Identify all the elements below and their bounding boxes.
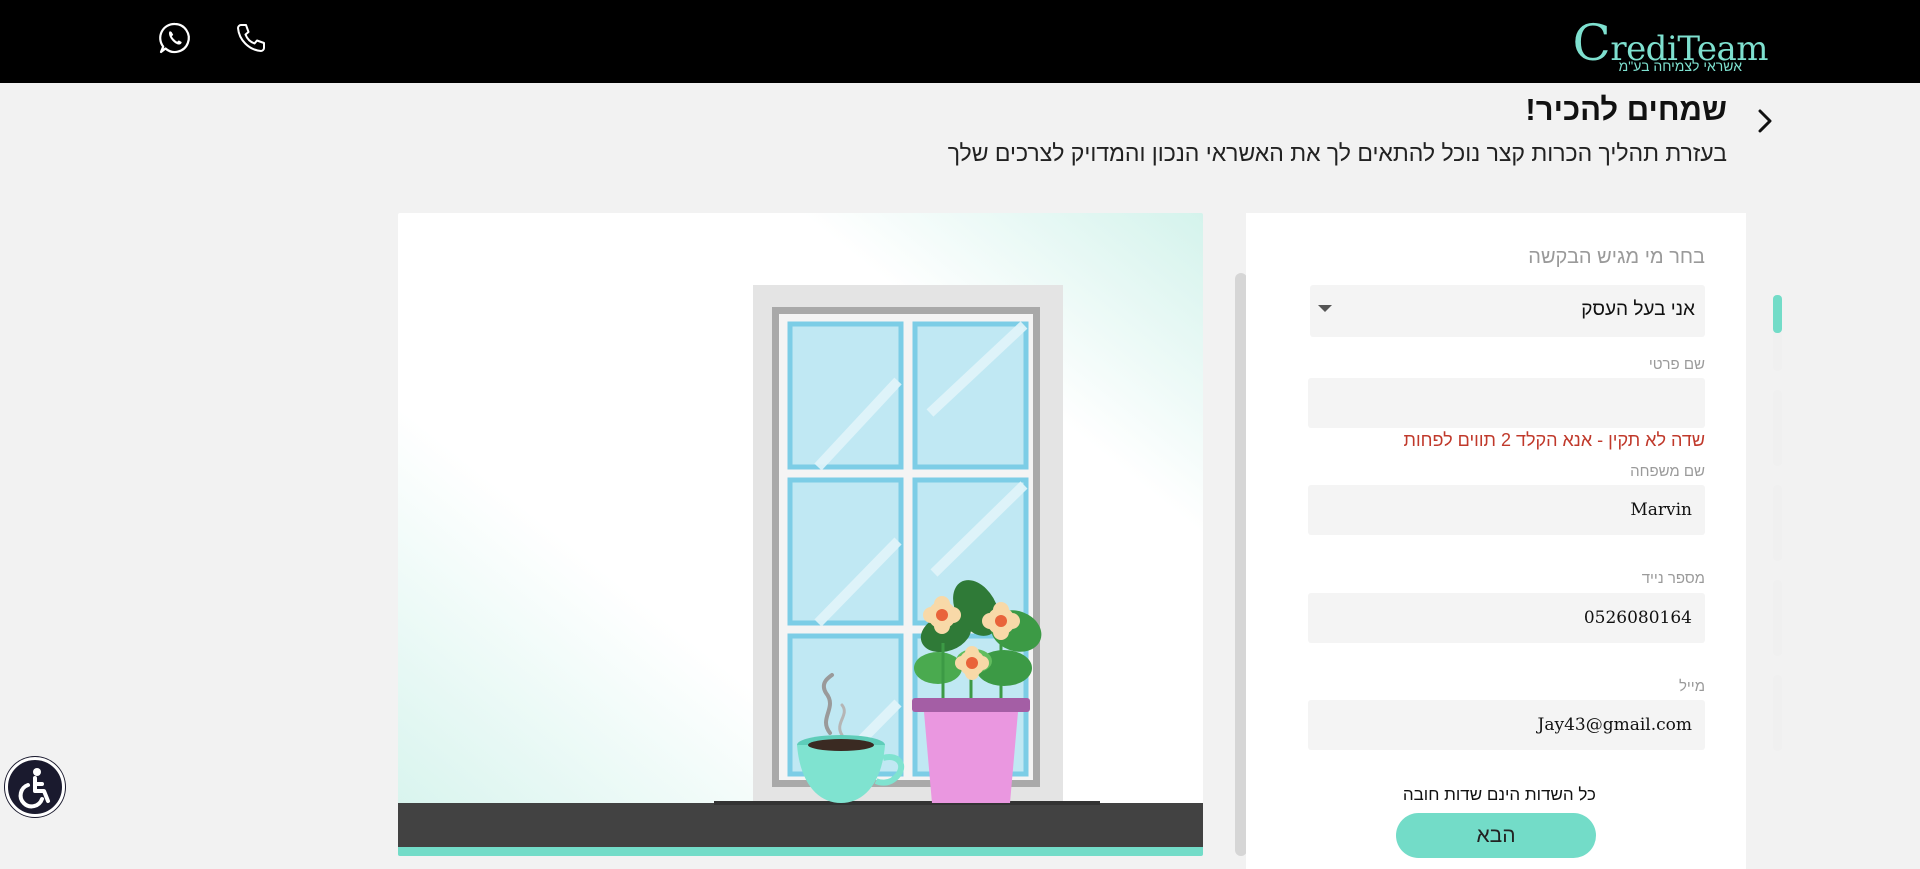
top-bar: CrediTeam אשראי לצמיחה בע"מ [0,0,1920,83]
progress-step-2[interactable] [1773,390,1782,466]
applicant-select[interactable]: אני בעל העסק [1310,285,1705,337]
chevron-down-icon [1318,305,1332,312]
accessibility-icon[interactable] [5,757,65,817]
last-name-label: שם משפחה [1630,463,1705,480]
mobile-label: מספר נייד [1641,570,1705,587]
applicant-select-value: אני בעל העסק [1581,299,1695,320]
first-name-input[interactable] [1308,378,1705,428]
required-fields-note: כל השדות הינם שדות חובה [1402,785,1596,804]
next-button[interactable]: הבא [1396,813,1596,858]
mobile-input[interactable] [1308,593,1705,643]
brand-logo[interactable]: CrediTeam אשראי לצמיחה בע"מ [1573,4,1769,76]
first-name-error: שדה לא תקין - אנא הקלד 2 תווים לפחות [1403,430,1705,450]
applicant-select-label: בחר מי מגיש הבקשה [1528,246,1705,268]
progress-step-5[interactable] [1773,675,1782,751]
page-title: שמחים להכיר! [1525,92,1727,127]
last-name-input[interactable] [1308,485,1705,535]
email-label: מייל [1678,678,1705,695]
window-illustration [398,213,1203,856]
back-chevron-icon[interactable] [1752,106,1778,136]
whatsapp-icon[interactable] [157,20,193,56]
progress-step-1[interactable] [1773,295,1782,371]
progress-step-1-fill [1773,295,1782,333]
progress-step-4[interactable] [1773,580,1782,656]
page-subtitle: בעזרת תהליך הכרות קצר נוכל להתאים לך את … [947,140,1727,166]
applicant-form: בחר מי מגיש הבקשה אני בעל העסק שם פרטי ש… [1246,213,1746,869]
phone-icon[interactable] [233,20,269,56]
first-name-label: שם פרטי [1648,356,1705,373]
progress-step-3[interactable] [1773,485,1782,561]
email-input[interactable] [1308,700,1705,750]
logo-tagline: אשראי לצמיחה בע"מ [1618,58,1742,74]
